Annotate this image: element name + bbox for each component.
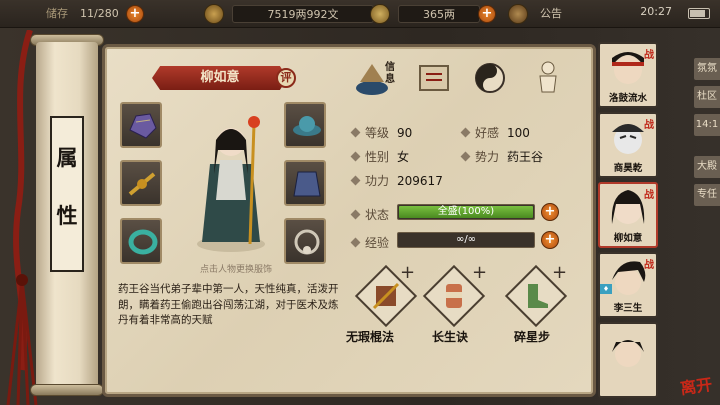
power-value: 209617: [397, 174, 443, 188]
level-value: 90: [397, 126, 413, 140]
stat-favor: 好感 100: [460, 124, 530, 141]
silver-icon: [370, 4, 390, 24]
notice-button[interactable]: 公告: [540, 5, 562, 23]
necklace-icon: [294, 229, 320, 255]
character-roster: 战 洛鼓流水 战 商昊乾 战 柳如意 战 ♦ 李三生: [598, 40, 664, 405]
equip-slot-hat[interactable]: [284, 102, 326, 148]
staff-scroll-icon: [372, 282, 400, 310]
equipment-tab-icon[interactable]: [412, 58, 456, 98]
stat-exp: 经验: [350, 234, 397, 251]
boot-icon: [528, 284, 548, 308]
scroll-title-char-2: 性: [56, 203, 78, 228]
skill-name-1: 无瑕棍法: [346, 330, 395, 344]
roster-name: 李三生: [613, 303, 643, 314]
roster-name: 洛鼓流水: [608, 93, 647, 104]
tap-hint: 点击人物更换服饰: [199, 265, 272, 275]
stock-count: 11/280: [80, 7, 119, 20]
equip-slot-bracelet[interactable]: [120, 218, 162, 264]
restore-status-button[interactable]: +: [541, 203, 559, 221]
roster-card-4[interactable]: 战 ♦ 李三生: [598, 252, 658, 318]
status-label: 状态: [365, 208, 390, 222]
hat-icon: [293, 116, 321, 136]
info-tab-label[interactable]: 信息: [385, 62, 399, 86]
war-mark: 战: [644, 120, 654, 131]
scroll-rod-bottom: [30, 384, 104, 396]
side-tag[interactable]: 杜区: [694, 86, 720, 108]
roster-name: 商昊乾: [613, 163, 643, 174]
status-bar-text: 全盛(100%): [437, 206, 495, 217]
roster-card-1[interactable]: 战 洛鼓流水: [598, 42, 658, 108]
exp-bar-text: ∞/∞: [455, 234, 477, 245]
skill-name-2: 长生诀: [432, 330, 469, 344]
gender-label: 性别: [365, 150, 390, 164]
stat-level: 等级 90: [350, 124, 413, 141]
side-tag[interactable]: 专任: [694, 184, 720, 206]
yinyang-tab-icon[interactable]: [468, 58, 512, 98]
leave-button[interactable]: 离开: [678, 371, 713, 399]
gender-value: 女: [397, 150, 410, 164]
clock: 20:27: [640, 5, 672, 18]
favor-value: 100: [507, 126, 530, 140]
stat-status: 状态: [350, 206, 397, 223]
scroll-title: 属 性: [50, 116, 84, 272]
favor-label: 好感: [475, 126, 500, 140]
status-bar: 全盛(100%): [397, 204, 535, 220]
character-bio: 药王谷当代弟子辈中第一人，天性纯真，活泼开朗，瞒着药王偷跑出谷闯荡江湖，对于医术…: [118, 283, 339, 326]
character-figure[interactable]: [188, 104, 274, 256]
roster-name: 柳如意: [613, 233, 643, 244]
portrait-avatar: [612, 340, 644, 367]
war-mark: 战: [644, 190, 654, 201]
evaluate-button[interactable]: 评: [276, 68, 296, 88]
add-skill-1-icon[interactable]: +: [400, 262, 415, 283]
side-tag[interactable]: 14:1: [694, 114, 720, 136]
skill-name-3: 碎星步: [514, 330, 551, 344]
red-ribbon-icon: [6, 30, 38, 405]
add-stock-button[interactable]: +: [126, 5, 144, 23]
faction-label: 势力: [475, 150, 500, 164]
coin-icon: [204, 4, 224, 24]
roster-card-5[interactable]: [598, 322, 658, 398]
silver-value: 365两: [398, 5, 480, 23]
stat-gender: 性别女: [350, 148, 410, 165]
add-silver-button[interactable]: +: [478, 5, 496, 23]
bracelet-icon: [128, 229, 158, 255]
roster-card-2[interactable]: 战 商昊乾: [598, 112, 658, 178]
faction-value: 药王谷: [507, 150, 544, 164]
scroll-icon: [446, 284, 462, 308]
war-mark: 战: [644, 50, 654, 61]
money-value: 7519两992文: [232, 5, 374, 23]
top-status-bar: 储存 11/280 + 7519两992文 365两 + 公告 20:27: [0, 0, 720, 28]
power-label: 功力: [365, 174, 390, 188]
equip-slot-robe[interactable]: [284, 160, 326, 206]
side-tag[interactable]: 大殿: [694, 156, 720, 178]
stock-label: 储存: [46, 7, 68, 20]
add-skill-3-icon[interactable]: +: [552, 262, 567, 283]
right-side-tags: 氛氛 杜区 14:1 大殿 专任: [694, 58, 720, 212]
scroll-title-char-1: 属: [56, 145, 78, 170]
notice-icon: [508, 4, 528, 24]
meridian-tab-icon[interactable]: [526, 58, 570, 98]
equip-slot-armor-piece[interactable]: [120, 102, 162, 148]
bond-icon: ♦: [600, 284, 612, 294]
war-mark: 战: [644, 260, 654, 271]
exp-bar: ∞/∞: [397, 232, 535, 248]
robe-icon: [293, 171, 321, 197]
character-name: 柳如意: [152, 66, 288, 90]
add-exp-button[interactable]: +: [541, 231, 559, 249]
stat-faction: 势力 药王谷: [460, 148, 544, 165]
battery-icon: [688, 8, 710, 19]
helmet-icon: [129, 113, 157, 139]
weapon-icon: [128, 172, 156, 196]
exp-label: 经验: [365, 236, 390, 250]
roster-card-3[interactable]: 战 柳如意: [598, 182, 658, 248]
level-label: 等级: [365, 126, 390, 140]
stat-power: 功力 209617: [350, 172, 443, 189]
side-tag[interactable]: 氛氛: [694, 58, 720, 80]
add-skill-2-icon[interactable]: +: [472, 262, 487, 283]
equip-slot-accessory[interactable]: [284, 218, 326, 264]
equip-slot-weapon[interactable]: [120, 160, 162, 206]
